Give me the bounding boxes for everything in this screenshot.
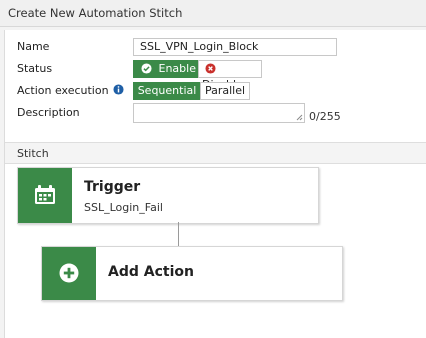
name-input[interactable]: SSL_VPN_Login_Block [133,38,337,56]
trigger-title: Trigger [84,179,141,195]
status-label: Status [17,62,53,75]
add-action-card[interactable]: Add Action [41,246,343,301]
description-label: Description [17,106,80,119]
description-counter: 0/255 [309,110,341,123]
stitch-section-header: Stitch [5,142,426,164]
add-action-label: Add Action [108,264,194,280]
plus-circle-icon [59,263,79,283]
status-enable-label: Enable [158,62,196,75]
execution-parallel-button[interactable]: Parallel [200,82,250,100]
trigger-subtitle: SSL_Login_Fail [84,201,163,214]
info-icon[interactable] [113,84,124,95]
status-disable-button[interactable]: Disable [198,60,262,91]
trigger-card[interactable]: Trigger SSL_Login_Fail [17,167,319,224]
add-action-icon-area [42,247,96,300]
x-circle-icon [205,62,216,74]
dialog-header: Create New Automation Stitch [0,0,426,27]
form-panel: Name SSL_VPN_Login_Block Status Enable D… [4,30,426,338]
check-circle-icon [141,62,152,74]
name-label: Name [17,40,50,53]
description-textarea[interactable] [133,103,305,123]
resize-handle-icon[interactable] [296,114,303,121]
status-enable-button[interactable]: Enable [133,60,199,78]
stitch-connector-line [178,222,179,246]
trigger-icon-area [18,168,72,223]
execution-sequential-button[interactable]: Sequential [133,82,201,100]
dialog-title: Create New Automation Stitch [8,6,183,20]
stitch-section-title: Stitch [17,147,49,160]
action-execution-label: Action execution [17,84,109,97]
calendar-icon [35,185,55,204]
